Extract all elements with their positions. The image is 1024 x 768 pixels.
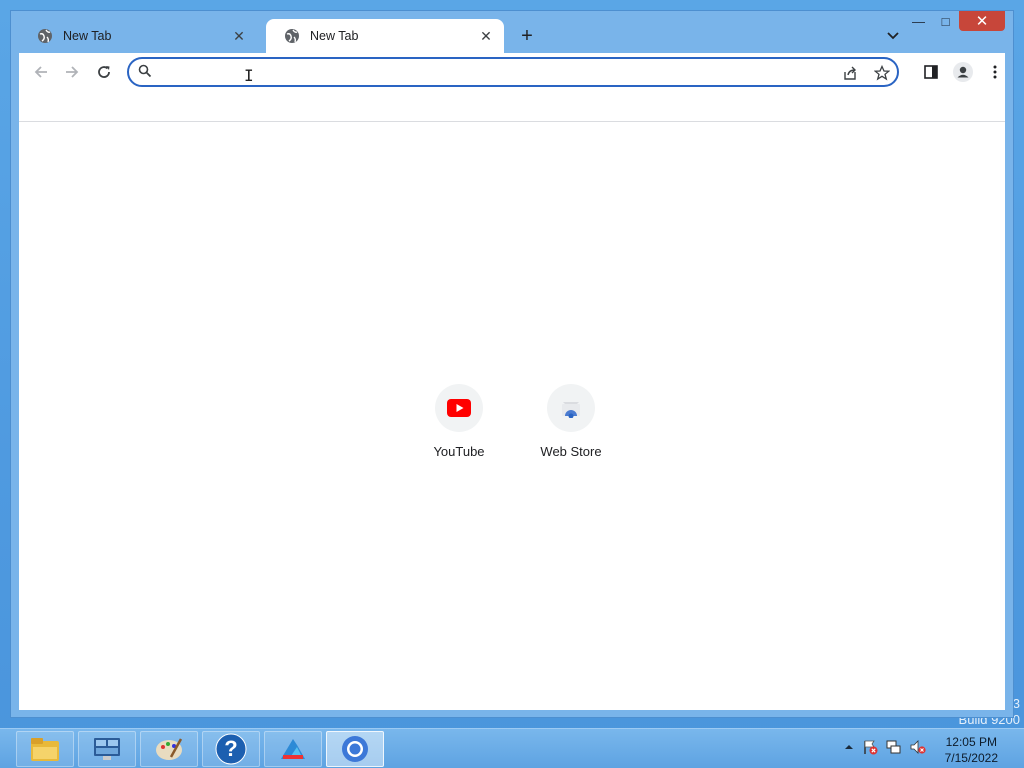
tab-title: New Tab — [310, 29, 359, 43]
show-hidden-icons-icon[interactable] — [844, 743, 854, 751]
new-tab-page: YouTube Web Store — [19, 122, 1005, 710]
shortcut-label: YouTube — [433, 444, 485, 459]
clock-date: 7/15/2022 — [944, 751, 998, 765]
tab-strip: New Tab ✕ New Tab ✕ + — [19, 19, 909, 53]
side-panel-icon — [924, 65, 938, 79]
address-input[interactable] — [159, 62, 819, 82]
menu-button[interactable] — [983, 60, 1007, 84]
profile-button[interactable] — [951, 60, 975, 84]
shortcut-tile — [547, 384, 595, 432]
share-button[interactable] — [839, 62, 861, 84]
window-controls: — □ ✕ — [905, 11, 1005, 33]
search-icon — [138, 64, 152, 78]
action-center-flag-icon[interactable] — [862, 739, 878, 755]
youtube-icon — [447, 399, 471, 417]
volume-muted-icon[interactable] — [910, 739, 926, 755]
taskbar-control-panel[interactable] — [78, 731, 136, 767]
file-explorer-icon — [31, 738, 59, 761]
minimize-button[interactable]: — — [905, 11, 932, 31]
browser-window: — □ ✕ New Tab ✕ New Tab ✕ + YouTube Web … — [10, 10, 1014, 718]
control-panel-icon — [94, 738, 120, 760]
browser-toolbar — [19, 53, 1005, 91]
bookmark-bar — [19, 91, 1005, 122]
globe-icon — [285, 29, 299, 43]
star-icon — [874, 65, 890, 81]
arrow-left-icon — [34, 66, 47, 78]
kebab-menu-icon — [993, 65, 997, 79]
taskbar: ? 12:05 PM 7/15/2022 — [0, 728, 1024, 768]
taskbar-paint[interactable] — [140, 731, 198, 767]
chevron-down-icon — [887, 32, 899, 40]
maximize-button[interactable]: □ — [932, 11, 959, 31]
tab-search-button[interactable] — [883, 26, 903, 46]
globe-icon — [38, 29, 52, 43]
side-panel-button[interactable] — [919, 60, 943, 84]
chrome-icon — [342, 736, 368, 762]
back-button[interactable] — [29, 60, 53, 84]
shortcut-tile — [435, 384, 483, 432]
text-cursor-icon: I — [244, 66, 254, 85]
taskbar-clock[interactable]: 12:05 PM 7/15/2022 — [945, 734, 998, 766]
reload-icon — [98, 66, 110, 78]
network-icon[interactable] — [886, 739, 902, 755]
arrow-right-icon — [66, 66, 79, 78]
paint-icon — [156, 738, 183, 760]
web-store-icon — [562, 402, 580, 418]
shortcut-label: Web Store — [540, 444, 602, 459]
tab-new-tab-1[interactable]: New Tab ✕ — [19, 19, 257, 53]
shortcut-web-store[interactable]: Web Store — [521, 384, 621, 459]
share-icon — [844, 66, 856, 80]
bookmark-star-button[interactable] — [871, 62, 893, 84]
app-icon — [281, 739, 305, 759]
taskbar-file-explorer[interactable] — [16, 731, 74, 767]
close-window-button[interactable]: ✕ — [959, 11, 1005, 31]
taskbar-chrome[interactable] — [326, 731, 384, 767]
taskbar-help[interactable]: ? — [202, 731, 260, 767]
clock-time: 12:05 PM — [945, 735, 997, 749]
system-tray — [844, 739, 926, 755]
shortcut-youtube[interactable]: YouTube — [409, 384, 509, 459]
tab-close-icon[interactable]: ✕ — [231, 28, 247, 45]
tab-close-icon[interactable]: ✕ — [478, 28, 494, 45]
svg-text:?: ? — [224, 736, 237, 761]
forward-button[interactable] — [60, 60, 84, 84]
tab-new-tab-2[interactable]: New Tab ✕ — [266, 19, 504, 53]
tab-title: New Tab — [63, 29, 112, 43]
reload-button[interactable] — [92, 60, 116, 84]
avatar-icon — [953, 62, 973, 82]
address-bar[interactable] — [127, 57, 899, 87]
help-icon: ? — [215, 733, 247, 765]
taskbar-app[interactable] — [264, 731, 322, 767]
new-tab-button[interactable]: + — [516, 25, 538, 47]
